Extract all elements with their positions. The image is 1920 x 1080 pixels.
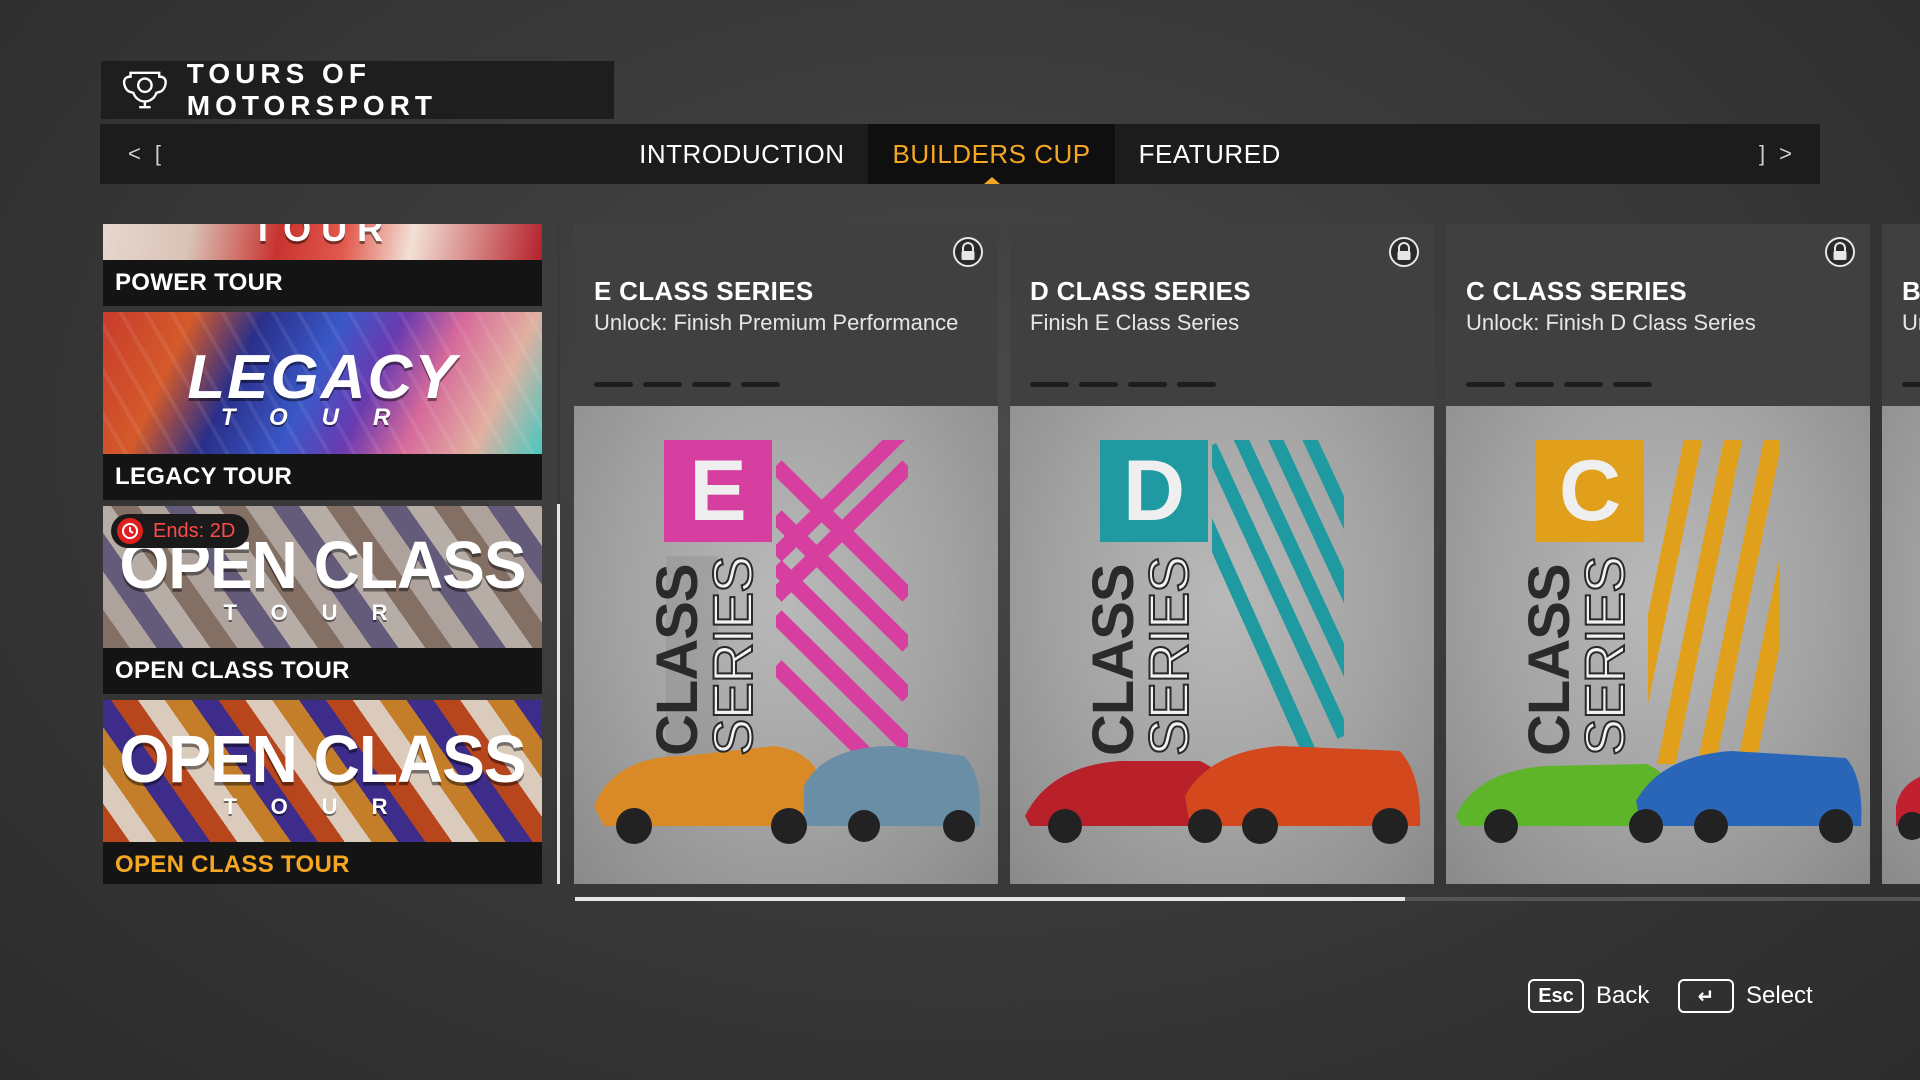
poster-letter: E	[689, 442, 747, 539]
scrollbar-thumb[interactable]	[557, 504, 560, 884]
card-subtitle: Unlock: Finish Premium Performance	[594, 310, 959, 335]
tab-introduction[interactable]: INTRODUCTION	[615, 124, 868, 184]
card-title: C CLASS SERIES	[1466, 276, 1687, 306]
bumper-right-hint: ]	[1759, 141, 1766, 166]
card-header: C CLASS SERIES Unlock: Finish D Class Se…	[1446, 224, 1870, 406]
poster-word-series: SERIES	[1136, 556, 1201, 757]
tour-item-open-class-2[interactable]: OPEN CLASS TOUR OPEN CLASS TOUR	[103, 700, 542, 884]
tour-art: OPEN CLASS TOUR Ends: 2D	[103, 506, 542, 648]
bumper-left-hint: [	[154, 141, 161, 166]
trophy-icon	[122, 71, 167, 109]
card-header: E CLASS SERIES Unlock: Finish Premium Pe…	[574, 224, 998, 406]
progress-dashes	[1466, 382, 1652, 387]
carousel-scrollbar[interactable]	[575, 897, 1920, 901]
tour-item-power[interactable]: TOUR POWER TOUR	[103, 224, 542, 306]
tour-art-sub: TOUR	[223, 794, 422, 819]
tour-art-sub: TOUR	[223, 600, 422, 625]
tour-item-open-class-1[interactable]: OPEN CLASS TOUR Ends: 2D OPEN CLASS TOUR	[103, 506, 542, 694]
tour-label: POWER TOUR	[103, 260, 542, 306]
esc-key-icon: Esc	[1528, 979, 1584, 1013]
card-subtitle: Unlock: Finish D Class Series	[1466, 310, 1756, 335]
poster-word-series: SERIES	[700, 556, 765, 757]
poster-art	[1456, 440, 1862, 843]
series-poster	[1882, 406, 1920, 884]
tour-list-scrollbar[interactable]	[557, 224, 560, 884]
tab-nav-right[interactable]: ] >	[1759, 124, 1792, 184]
poster-art	[594, 440, 980, 844]
enter-key-icon: ↵	[1678, 979, 1734, 1013]
chevron-left-icon[interactable]: <	[128, 141, 141, 167]
lock-icon	[1389, 237, 1419, 267]
select-label: Select	[1746, 982, 1813, 1009]
progress-dashes	[1030, 382, 1216, 387]
progress-dashes	[1902, 382, 1920, 387]
tour-art: OPEN CLASS TOUR	[103, 700, 542, 842]
card-subtitle: Ur	[1902, 310, 1920, 335]
tour-art: TOUR	[103, 224, 542, 260]
tab-label: INTRODUCTION	[639, 138, 845, 169]
tour-list[interactable]: TOUR POWER TOUR LEGACY TOUR LEGACY TOUR …	[103, 224, 542, 884]
tab-nav-left[interactable]: < [	[128, 124, 161, 184]
poster-letter: D	[1122, 442, 1186, 539]
series-card-e[interactable]: E CLASS SERIES Unlock: Finish Premium Pe…	[574, 224, 998, 884]
poster-letter: C	[1558, 442, 1622, 539]
chevron-right-icon[interactable]: >	[1779, 141, 1792, 167]
tour-art-sub: TOUR	[220, 404, 425, 431]
series-poster: E CLASS SERIES	[574, 406, 998, 884]
series-card-b[interactable]: B Ur	[1882, 224, 1920, 884]
back-prompt[interactable]: Esc Back	[1528, 978, 1649, 1014]
tour-label: OPEN CLASS TOUR	[103, 648, 542, 694]
tour-item-legacy[interactable]: LEGACY TOUR LEGACY TOUR	[103, 312, 542, 500]
card-subtitle: Finish E Class Series	[1030, 310, 1240, 335]
tour-art-word: LEGACY	[187, 343, 458, 412]
card-title: E CLASS SERIES	[594, 276, 814, 306]
series-card-d[interactable]: D CLASS SERIES Finish E Class Series D C…	[1010, 224, 1434, 884]
tour-label: LEGACY TOUR	[103, 454, 542, 500]
clock-icon	[117, 518, 143, 544]
poster-art	[1896, 776, 1920, 840]
progress-dashes	[594, 382, 780, 387]
series-carousel: E CLASS SERIES Unlock: Finish Premium Pe…	[574, 224, 1920, 884]
lock-icon	[953, 237, 983, 267]
tab-label: FEATURED	[1138, 138, 1281, 169]
tour-art-word: OPEN CLASS	[119, 721, 526, 797]
back-label: Back	[1596, 982, 1650, 1009]
card-header: B Ur	[1882, 224, 1920, 406]
card-header: D CLASS SERIES Finish E Class Series	[1010, 224, 1434, 406]
card-title: D CLASS SERIES	[1030, 276, 1251, 306]
page-header: TOURS OF MOTORSPORT	[101, 58, 614, 121]
tour-art-word: TOUR	[251, 224, 394, 249]
poster-art	[1025, 440, 1421, 844]
tab-bar: < [ INTRODUCTION BUILDERS CUP FEATURED ]…	[100, 124, 1820, 184]
event-timer-badge: Ends: 2D	[111, 514, 250, 548]
page-title: TOURS OF MOTORSPORT	[186, 58, 437, 121]
select-prompt[interactable]: ↵ Select	[1678, 978, 1813, 1014]
lock-icon	[1825, 237, 1855, 267]
card-title: B	[1902, 276, 1920, 306]
tab-label: BUILDERS CUP	[892, 138, 1091, 169]
tour-art: LEGACY TOUR	[103, 312, 542, 454]
series-poster: D CLASS SERIES	[1010, 406, 1434, 884]
badge-text: Ends: 2D	[153, 519, 236, 542]
tab-builders-cup[interactable]: BUILDERS CUP	[868, 124, 1115, 184]
series-poster: C CLASS SERIES	[1446, 406, 1870, 884]
series-card-c[interactable]: C CLASS SERIES Unlock: Finish D Class Se…	[1446, 224, 1870, 884]
tour-label: OPEN CLASS TOUR	[103, 842, 542, 884]
poster-word-series: SERIES	[1572, 556, 1637, 757]
tab-featured[interactable]: FEATURED	[1115, 124, 1305, 184]
scrollbar-thumb[interactable]	[575, 897, 1405, 901]
